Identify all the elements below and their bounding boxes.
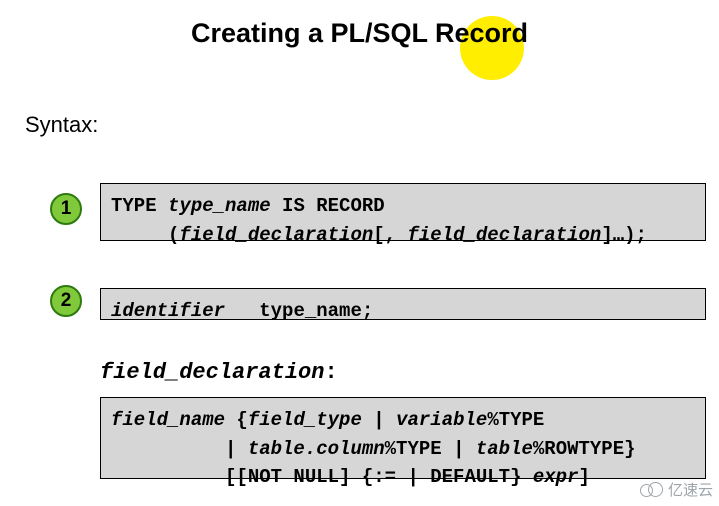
code-block-identifier: identifier type_name;	[100, 288, 706, 320]
code-text: %ROWTYPE}	[533, 438, 636, 460]
label-text: field_declaration	[100, 360, 324, 385]
code-text: |	[362, 409, 396, 431]
code-text: |	[111, 438, 248, 460]
code-text: field_declaration	[407, 224, 601, 246]
code-text: type_name	[168, 195, 271, 217]
code-text: type_name;	[225, 300, 373, 322]
code-text: table.column	[248, 438, 385, 460]
code-text: %TYPE	[487, 409, 544, 431]
code-text: variable	[396, 409, 487, 431]
code-text: ]…);	[601, 224, 647, 246]
syntax-heading: Syntax:	[25, 112, 98, 138]
cloud-icon	[640, 482, 664, 497]
code-text: expr	[533, 466, 579, 488]
step-number: 1	[61, 198, 72, 220]
code-block-type-definition: TYPE type_name IS RECORD (field_declarat…	[100, 183, 706, 241]
watermark: 亿速云	[640, 479, 713, 500]
code-text: %TYPE |	[385, 438, 476, 460]
code-block-field-declaration: field_name {field_type | variable%TYPE |…	[100, 397, 706, 479]
code-text: field_type	[248, 409, 362, 431]
code-text: field_name	[111, 409, 225, 431]
code-text: table	[476, 438, 533, 460]
code-text: ]	[578, 466, 589, 488]
code-text: field_declaration	[179, 224, 373, 246]
code-text: [[NOT NULL] {:= | DEFAULT}	[111, 466, 533, 488]
step-badge-1: 1	[50, 193, 82, 225]
step-badge-2: 2	[50, 285, 82, 317]
code-text: {	[225, 409, 248, 431]
code-text: TYPE	[111, 195, 168, 217]
label-colon: :	[324, 360, 337, 385]
code-text: IS RECORD	[271, 195, 385, 217]
watermark-text: 亿速云	[668, 479, 713, 500]
code-text: (	[111, 224, 179, 246]
page-title: Creating a PL/SQL Record	[0, 18, 719, 49]
code-text: [,	[373, 224, 407, 246]
code-text: identifier	[111, 300, 225, 322]
field-declaration-label: field_declaration:	[100, 360, 338, 385]
step-number: 2	[61, 290, 72, 312]
